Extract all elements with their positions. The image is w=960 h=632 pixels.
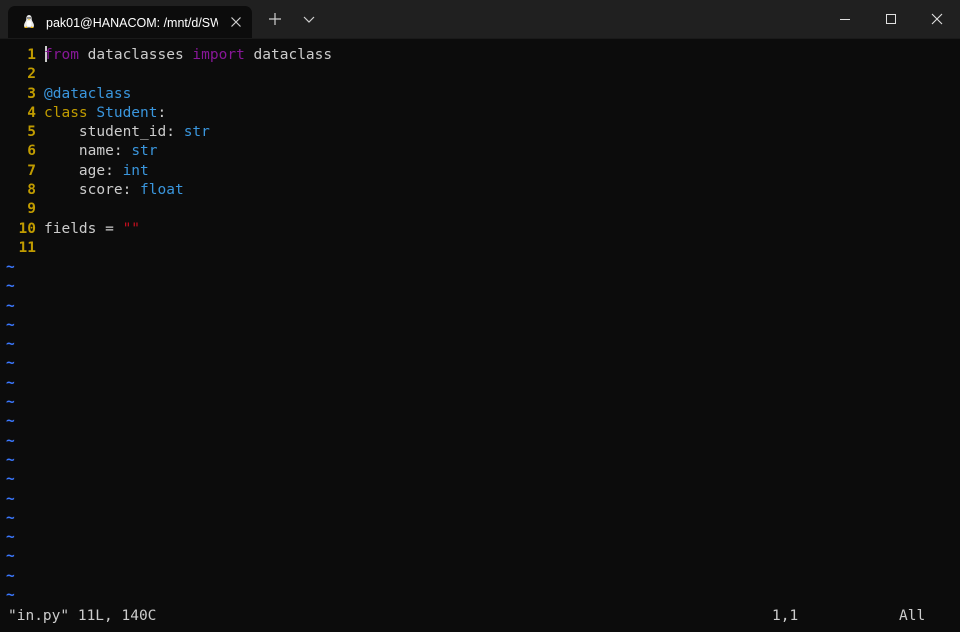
code-token: class [44, 104, 88, 121]
code-token: fields = [44, 220, 123, 237]
empty-line-tilde: ~ [6, 471, 15, 488]
empty-line-tilde: ~ [6, 355, 15, 372]
empty-line-tilde: ~ [6, 316, 15, 333]
tab-close-icon[interactable] [228, 14, 244, 30]
empty-line-tilde: ~ [6, 490, 15, 507]
code-token: int [122, 162, 149, 179]
code-token: name: [44, 143, 132, 160]
code-token: score: [44, 182, 141, 199]
code-line: 5 student_id: str [0, 123, 332, 142]
maximize-button[interactable] [868, 0, 914, 38]
line-number: 4 [27, 104, 36, 121]
linux-penguin-icon [21, 14, 37, 30]
line-number: 3 [27, 85, 36, 102]
code-token: : [157, 104, 167, 121]
code-token: str [131, 143, 158, 160]
cursor-position: 1,1 [772, 608, 799, 624]
close-button[interactable] [914, 0, 960, 38]
empty-line-tilde: ~ [6, 297, 15, 314]
line-number: 5 [27, 124, 36, 141]
line-number: 10 [18, 220, 36, 237]
empty-line-tilde: ~ [6, 336, 15, 353]
plus-icon[interactable] [267, 11, 283, 27]
empty-line-tilde: ~ [6, 529, 15, 546]
code-token: age: [44, 162, 123, 179]
line-number: 8 [27, 182, 36, 199]
code-line: 8 score: float [0, 181, 332, 200]
line-number: 6 [27, 143, 36, 160]
empty-line-tilde: ~ [6, 451, 15, 468]
vim-status-line: "in.py" 11L, 140C 1,1 All [8, 606, 938, 626]
minimize-icon [840, 19, 850, 20]
line-number: 2 [27, 66, 36, 83]
code-token: from [44, 47, 79, 63]
code-line: 1 from dataclasses import dataclass [0, 46, 332, 65]
terminal-tab[interactable]: pak01@HANACOM: /mnt/d/SW [8, 6, 252, 38]
code-line: 3 @dataclass [0, 85, 332, 104]
code-token: import [192, 47, 245, 63]
code-token: str [183, 124, 210, 141]
code-token: dataclasses [78, 47, 193, 63]
title-bar: pak01@HANACOM: /mnt/d/SW [0, 0, 960, 39]
terminal-pane[interactable]: 1 from dataclasses import dataclass 2 3 @dat… [0, 39, 960, 632]
code-buffer: 1 from dataclasses import dataclass 2 3 @dat… [0, 46, 332, 258]
code-token: Student [96, 104, 158, 121]
line-number: 9 [27, 201, 36, 218]
line-number: 1 [27, 47, 36, 63]
code-line: 7 age: int [0, 162, 332, 181]
empty-line-tilde: ~ [6, 587, 15, 604]
code-line: 10 fields = "" [0, 220, 332, 239]
code-token: student_id: [44, 124, 184, 141]
code-line: 6 name: str [0, 142, 332, 161]
line-number: 7 [27, 162, 36, 179]
code-token: float [140, 182, 184, 199]
empty-buffer-lines: ~ ~ ~ ~ ~ ~ ~ ~ ~ ~ ~ ~ ~ ~ ~ ~ ~ ~ [6, 258, 15, 605]
code-line: 4 class Student: [0, 104, 332, 123]
code-line: 11 [0, 239, 332, 258]
empty-line-tilde: ~ [6, 509, 15, 526]
minimize-button[interactable] [822, 0, 868, 38]
empty-line-tilde: ~ [6, 567, 15, 584]
empty-line-tilde: ~ [6, 374, 15, 391]
empty-line-tilde: ~ [6, 278, 15, 295]
code-token: @dataclass [44, 85, 132, 102]
empty-line-tilde: ~ [6, 413, 15, 430]
tab-title: pak01@HANACOM: /mnt/d/SW [46, 16, 218, 30]
line-number: 11 [18, 239, 36, 256]
maximize-icon [886, 14, 896, 24]
code-line: 2 [0, 65, 332, 84]
scroll-indicator: All [899, 608, 926, 624]
close-icon [931, 13, 943, 25]
code-token: "" [122, 220, 141, 237]
empty-line-tilde: ~ [6, 259, 15, 275]
empty-line-tilde: ~ [6, 432, 15, 449]
chevron-down-icon[interactable] [301, 11, 317, 27]
code-line: 9 [0, 200, 332, 219]
code-token: dataclass [244, 47, 333, 63]
file-info: "in.py" 11L, 140C [8, 608, 157, 624]
empty-line-tilde: ~ [6, 548, 15, 565]
empty-line-tilde: ~ [6, 394, 15, 411]
